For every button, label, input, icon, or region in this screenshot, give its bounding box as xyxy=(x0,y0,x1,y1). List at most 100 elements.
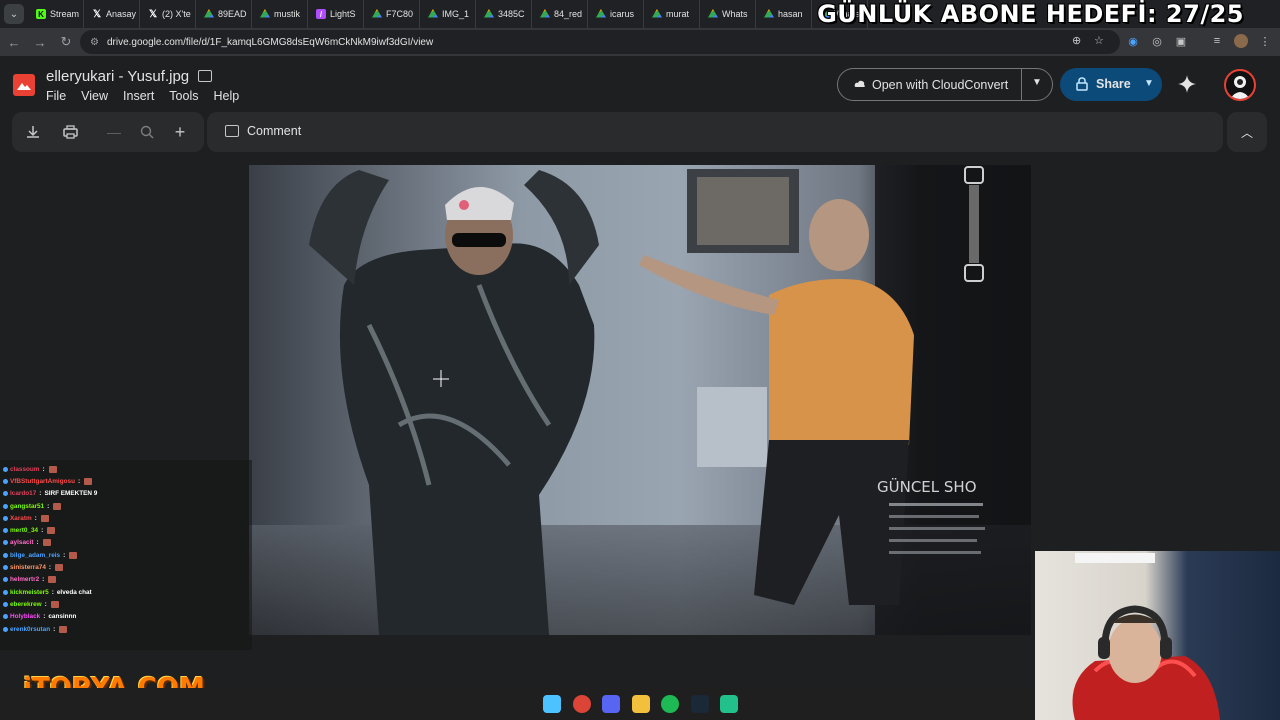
chat-badge-icon xyxy=(3,491,8,497)
x-icon: 𝕏 xyxy=(148,8,158,20)
chat-emote-icon xyxy=(40,514,49,522)
browser-tab[interactable]: 𝕏 Anasay xyxy=(84,0,140,28)
share-label: Share xyxy=(1096,77,1131,91)
tab-title: LightS xyxy=(330,9,356,19)
chat-badge-icon xyxy=(3,614,8,620)
comment-button-label[interactable]: Comment xyxy=(247,124,301,138)
chat-message: Icardo17: SIRF EMEKTEN 9 xyxy=(3,488,252,500)
tab-title: 84_red xyxy=(554,9,583,19)
print-icon[interactable] xyxy=(61,123,79,141)
chat-separator: : xyxy=(63,551,66,559)
chat-badge-icon xyxy=(3,577,8,583)
chat-separator: : xyxy=(41,527,44,535)
zoom-out-icon[interactable]: — xyxy=(105,123,123,141)
reading-list-icon[interactable]: ≡ xyxy=(1210,34,1224,48)
browser-tab[interactable]: / LightS xyxy=(308,0,364,28)
chat-badge-icon xyxy=(3,466,8,472)
chat-emote-icon xyxy=(47,527,56,535)
profile-avatar-icon[interactable] xyxy=(1234,34,1248,48)
stream-chat-overlay: classoum: VfBStuttgartAmigosu: Icardo17: SI… xyxy=(0,460,252,650)
spotify-icon[interactable] xyxy=(661,695,679,713)
browser-tab[interactable]: K Stream xyxy=(28,0,84,28)
open-with-cloudconvert-button[interactable]: Open with CloudConvert ▼ xyxy=(837,68,1053,101)
back-icon[interactable]: ← xyxy=(2,30,26,54)
windows-start-icon[interactable] xyxy=(543,695,561,713)
chat-username: kickmeister5 xyxy=(10,588,49,596)
image-file-icon xyxy=(13,74,35,96)
menu-help[interactable]: Help xyxy=(213,89,239,103)
share-dropdown-icon[interactable]: ▼ xyxy=(1144,78,1154,89)
tab-search-button[interactable]: ⌄ xyxy=(4,4,24,24)
browser-tab[interactable]: 𝕏 (2) X'te xyxy=(140,0,196,28)
chat-text: cansinnn xyxy=(48,613,77,621)
chat-separator: : xyxy=(44,600,47,608)
address-bar[interactable]: ⚙ drive.google.com/file/d/1F_kamqL6GMG8d… xyxy=(80,30,1120,54)
chat-badge-icon xyxy=(3,589,8,595)
zoom-reset-icon[interactable] xyxy=(138,123,156,141)
browser-tab[interactable]: mustik xyxy=(252,0,308,28)
file-title: elleryukari - Yusuf.jpg xyxy=(46,68,190,85)
gemini-sparkle-icon[interactable] xyxy=(1178,75,1196,93)
menu-bar: File View Insert Tools Help xyxy=(46,89,254,103)
browser-tab[interactable]: F7C80 xyxy=(364,0,420,28)
browser-tab[interactable]: 84_red xyxy=(532,0,588,28)
comment-toolbar: Comment xyxy=(207,112,1223,152)
chat-text: elveda chat xyxy=(56,588,92,596)
browser-tab[interactable]: icarus xyxy=(588,0,644,28)
steam-icon[interactable] xyxy=(690,695,709,713)
bookmark-star-icon[interactable]: ☆ xyxy=(1094,34,1104,47)
drive-icon xyxy=(204,9,214,18)
account-avatar[interactable] xyxy=(1224,69,1256,101)
drive-icon xyxy=(708,9,718,18)
drive-viewer-header: elleryukari - Yusuf.jpg File View Insert… xyxy=(0,56,1280,112)
chat-username: classoum xyxy=(10,465,40,473)
extension-icon[interactable]: ◎ xyxy=(1150,34,1164,48)
reload-icon[interactable]: ↻ xyxy=(54,30,78,54)
browser-tab[interactable]: Whats xyxy=(700,0,756,28)
chat-badge-icon xyxy=(3,565,8,571)
chat-separator: : xyxy=(53,625,56,633)
zoom-in-icon[interactable]: + xyxy=(171,122,189,142)
menu-insert[interactable]: Insert xyxy=(123,89,154,103)
chrome-icon[interactable] xyxy=(572,695,591,713)
move-to-folder-icon[interactable] xyxy=(198,70,212,82)
zoom-icon[interactable]: ⊕ xyxy=(1072,34,1081,47)
chat-emote-icon xyxy=(84,477,93,485)
open-with-dropdown-icon[interactable]: ▼ xyxy=(1032,77,1042,88)
tab-title: Anasay xyxy=(106,9,137,19)
chat-badge-icon xyxy=(3,626,8,632)
browser-tab[interactable]: murat xyxy=(644,0,700,28)
menu-view[interactable]: View xyxy=(81,89,108,103)
chat-username: eberekrew xyxy=(10,600,42,608)
browser-toolbar: ← → ↻ ⚙ drive.google.com/file/d/1F_kamqL… xyxy=(0,28,1280,56)
browser-tab[interactable]: IMG_1 xyxy=(420,0,476,28)
chat-separator: : xyxy=(39,490,42,498)
forward-icon[interactable]: → xyxy=(28,30,52,54)
viewer-toolbar: — + xyxy=(12,112,204,152)
app-icon[interactable] xyxy=(720,695,738,713)
extensions-puzzle-icon[interactable]: ▣ xyxy=(1174,34,1188,48)
comment-icon[interactable] xyxy=(225,125,239,137)
browser-menu-icon[interactable]: ⋮ xyxy=(1258,34,1272,48)
collapse-toolbar-icon[interactable]: ︿ xyxy=(1227,112,1267,152)
chat-separator: : xyxy=(43,613,46,621)
browser-tab[interactable]: 3485C xyxy=(476,0,532,28)
menu-tools[interactable]: Tools xyxy=(169,89,198,103)
chat-username: aylsacit xyxy=(10,539,34,547)
share-button[interactable]: Share ▼ xyxy=(1060,68,1162,101)
x-icon: 𝕏 xyxy=(92,8,102,20)
menu-file[interactable]: File xyxy=(46,89,66,103)
drive-icon xyxy=(260,9,270,18)
browser-tab[interactable]: hasan xyxy=(756,0,812,28)
discord-icon[interactable] xyxy=(602,695,620,713)
extension-audio-icon[interactable]: ◉ xyxy=(1126,34,1140,48)
chat-message: Xaratm: xyxy=(3,512,252,524)
site-info-icon[interactable]: ⚙ xyxy=(90,37,99,48)
download-icon[interactable] xyxy=(24,123,42,141)
drive-icon xyxy=(540,9,550,18)
chat-username: gangstar51 xyxy=(10,502,45,510)
image-preview: GÜNCEL SHO xyxy=(249,165,1031,635)
file-explorer-icon[interactable] xyxy=(631,695,650,713)
chat-separator: : xyxy=(48,564,52,572)
browser-tab[interactable]: 89EAD xyxy=(196,0,252,28)
